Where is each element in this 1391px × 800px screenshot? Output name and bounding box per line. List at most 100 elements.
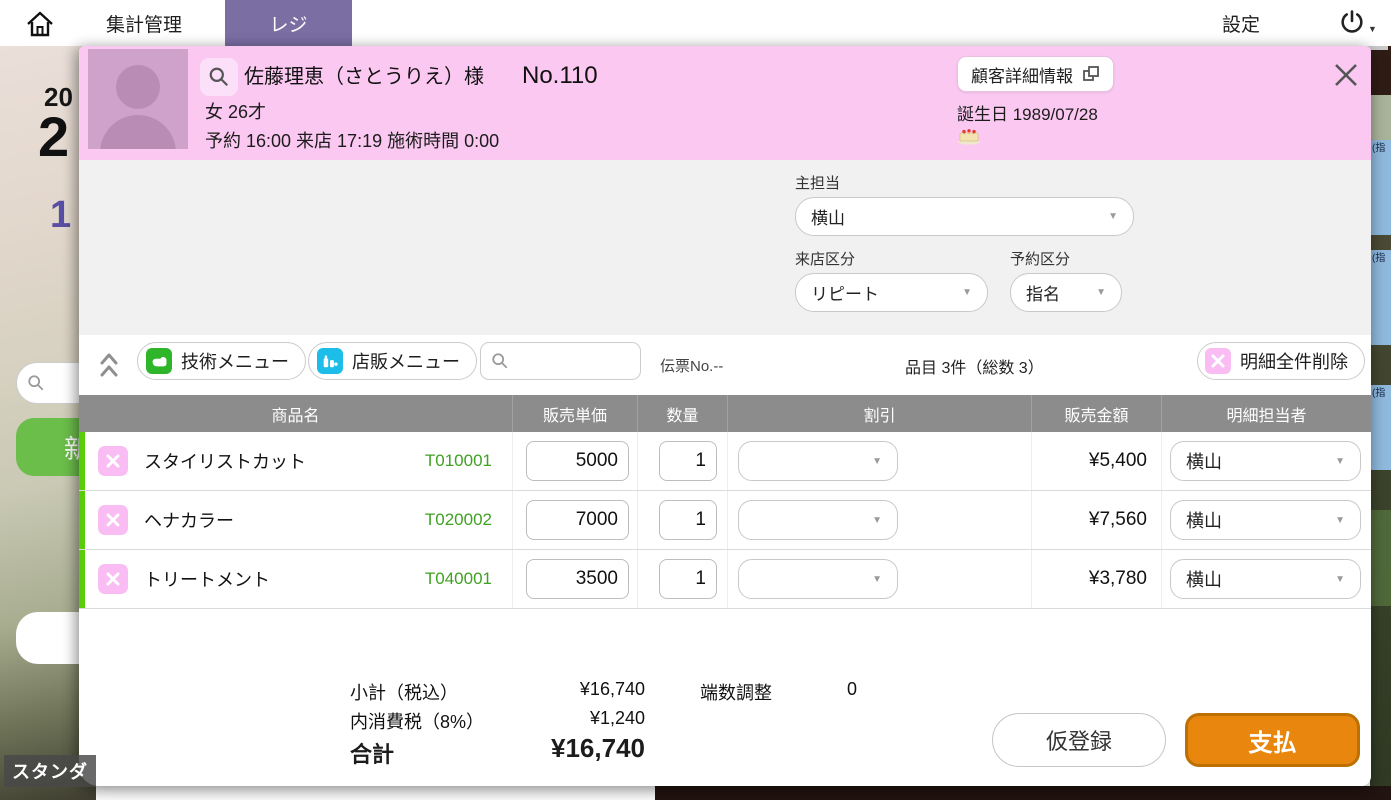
column-header-amount: 販売金額	[1032, 395, 1162, 432]
row-status-bar	[79, 432, 85, 490]
delete-row-button[interactable]	[98, 446, 128, 476]
column-header-product: 商品名	[79, 395, 513, 432]
delete-row-button[interactable]	[98, 505, 128, 535]
tab-summary-management[interactable]: 集計管理	[98, 0, 190, 46]
slip-number: 伝票No.--	[660, 358, 724, 375]
visit-type-select[interactable]: リピート	[795, 273, 988, 312]
discount-select[interactable]	[738, 559, 898, 599]
row-staff-select[interactable]: 横山	[1170, 500, 1361, 540]
external-window-icon	[1083, 66, 1099, 81]
background-photo-block	[1370, 510, 1391, 606]
chevron-down-icon: ▼	[1368, 24, 1377, 34]
pay-button[interactable]: 支払	[1185, 713, 1360, 767]
background-right-strip: (指 (指 (指	[1370, 46, 1391, 800]
top-navigation-bar: 集計管理 レジ 設定 ▼	[0, 0, 1391, 46]
total-value: ¥16,740	[551, 733, 645, 763]
table-row: スタイリストカット T010001 ¥5,400 横山	[79, 432, 1371, 491]
row-staff-select[interactable]: 横山	[1170, 441, 1361, 481]
table-row: ヘナカラー T020002 ¥7,560 横山	[79, 491, 1371, 550]
row-status-bar	[79, 550, 85, 608]
visit-form-section: 主担当 横山 来店区分 リピート 予約区分 指名	[79, 160, 1371, 335]
retail-menu-button[interactable]: 店販メニュー	[308, 342, 477, 380]
customer-birthday: 誕生日 1989/07/28	[957, 105, 1098, 124]
tab-register[interactable]: レジ	[225, 0, 352, 46]
settings-button[interactable]: 設定	[1222, 0, 1260, 46]
column-header-staff: 明細担当者	[1226, 407, 1307, 425]
item-code: T010001	[424, 451, 492, 470]
qty-input[interactable]	[659, 441, 717, 481]
qty-input[interactable]	[659, 559, 717, 599]
schedule-entry: (指	[1370, 385, 1391, 470]
item-count: 品目 3件（総数 3）	[905, 360, 1044, 377]
main-staff-select[interactable]: 横山	[795, 197, 1134, 236]
background-photo-block	[1370, 95, 1391, 140]
unit-price-input[interactable]	[526, 500, 629, 540]
search-icon	[492, 353, 508, 369]
visit-type-label: 来店区分	[795, 251, 856, 268]
background-photo-block	[1370, 46, 1391, 95]
collapse-icon[interactable]	[98, 351, 120, 379]
customer-name-line: 佐藤理恵（さとうりえ）様 No.110	[244, 60, 598, 90]
power-button[interactable]: ▼	[1338, 8, 1380, 40]
reserve-type-label: 予約区分	[1010, 251, 1071, 268]
tax-label: 内消費税（8%）	[350, 712, 485, 732]
item-code: T040001	[424, 569, 492, 588]
items-toolbar: 技術メニュー 店販メニュー 伝票No.-- 品目 3件（総数 3） 明細全件削除	[79, 335, 1371, 395]
discount-select[interactable]	[738, 441, 898, 481]
customer-header: 佐藤理恵（さとうりえ）様 No.110 女 26才 予約 16:00 来店 17…	[79, 46, 1371, 160]
customer-search-button[interactable]	[200, 58, 238, 96]
birthday-cake-icon	[957, 123, 981, 145]
unit-price-input[interactable]	[526, 441, 629, 481]
sale-amount: ¥3,780	[1032, 550, 1162, 608]
item-name: スタイリストカット	[144, 452, 306, 472]
item-code: T020002	[424, 510, 492, 529]
x-icon	[106, 513, 120, 527]
home-button[interactable]	[22, 6, 58, 42]
search-icon	[209, 67, 229, 87]
column-header-unit-price: 販売単価	[513, 395, 638, 432]
totals-footer: 小計（税込） ¥16,740 端数調整 0 内消費税（8%） ¥1,240 合計…	[79, 609, 1371, 786]
products-icon	[317, 348, 343, 374]
item-search-field[interactable]	[480, 342, 641, 380]
table-row: トリートメント T040001 ¥3,780 横山	[79, 550, 1371, 609]
customer-visit-times: 予約 16:00 来店 17:19 施術時間 0:00	[205, 131, 500, 151]
rounding-value: 0	[846, 679, 857, 699]
delete-row-button[interactable]	[98, 564, 128, 594]
tax-value: ¥1,240	[589, 708, 645, 728]
customer-name: 佐藤理恵（さとうりえ）様	[244, 66, 484, 88]
reserve-type-select[interactable]: 指名	[1010, 273, 1122, 312]
discount-select[interactable]	[738, 500, 898, 540]
close-icon	[1335, 64, 1357, 86]
x-icon	[106, 572, 120, 586]
sale-amount: ¥5,400	[1032, 432, 1162, 490]
column-header-discount: 割引	[728, 395, 1032, 432]
total-label: 合計	[350, 742, 395, 767]
delete-all-items-button[interactable]: 明細全件削除	[1197, 342, 1365, 380]
avatar-silhouette	[100, 115, 176, 149]
close-button[interactable]	[1329, 58, 1363, 92]
unit-price-input[interactable]	[526, 559, 629, 599]
hand-icon	[146, 348, 172, 374]
sale-amount: ¥7,560	[1032, 491, 1162, 549]
x-icon	[1205, 348, 1231, 374]
schedule-entry: (指	[1370, 250, 1391, 345]
item-name: トリートメント	[144, 570, 270, 590]
schedule-entry: (指	[1370, 140, 1391, 235]
background-date-day: 2	[38, 105, 70, 168]
register-modal: 佐藤理恵（さとうりえ）様 No.110 女 26才 予約 16:00 来店 17…	[79, 46, 1371, 786]
customer-gender-age: 女 26才	[205, 102, 267, 122]
item-name: ヘナカラー	[144, 511, 234, 531]
row-staff-select[interactable]: 横山	[1170, 559, 1361, 599]
qty-input[interactable]	[659, 500, 717, 540]
items-table-header: 商品名 販売単価 数量 割引 販売金額 明細担当者	[79, 395, 1371, 432]
customer-avatar	[88, 49, 188, 149]
x-icon	[106, 454, 120, 468]
customer-detail-button[interactable]: 顧客詳細情報	[957, 56, 1114, 92]
item-search-input[interactable]	[509, 352, 619, 370]
power-icon	[1341, 10, 1363, 33]
search-icon	[28, 375, 44, 391]
background-bottom-strip	[655, 786, 1391, 800]
technique-menu-button[interactable]: 技術メニュー	[137, 342, 306, 380]
home-icon	[27, 11, 53, 37]
draft-register-button[interactable]: 仮登録	[992, 713, 1166, 767]
